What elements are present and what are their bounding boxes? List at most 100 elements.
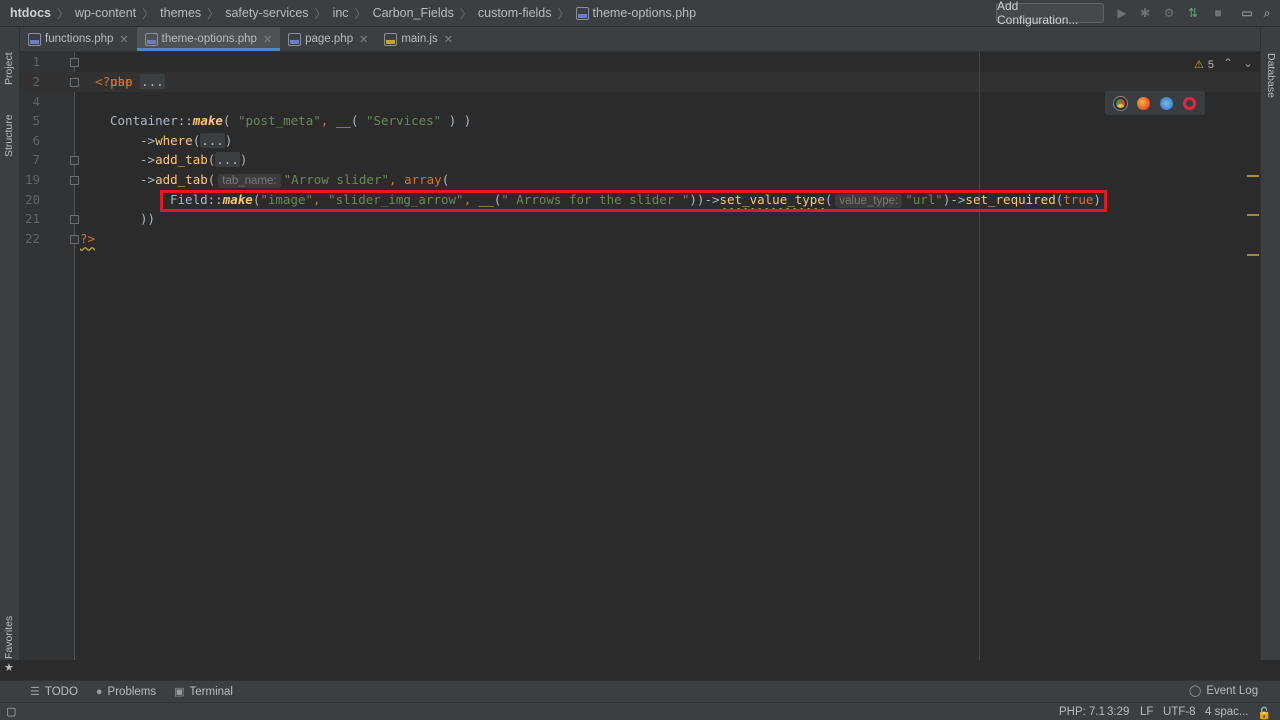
terminal-tool-button[interactable]: ▣ Terminal — [174, 685, 233, 699]
breadcrumb-theme-options[interactable]: theme-options.php — [593, 6, 697, 20]
breadcrumb-inc[interactable]: inc — [333, 6, 349, 20]
event-log-button[interactable]: ◯ Event Log — [1189, 684, 1258, 698]
fold-marker[interactable] — [70, 235, 79, 244]
close-icon[interactable]: ✕ — [359, 33, 368, 46]
punct: :: — [177, 113, 193, 128]
breadcrumb-safety-services[interactable]: safety-services — [225, 6, 308, 20]
close-icon[interactable]: ✕ — [444, 33, 453, 46]
coverage-icon[interactable]: ⚙ — [1162, 6, 1176, 20]
run-icon[interactable]: ▶ — [1115, 6, 1129, 20]
breadcrumb-separator: 〉 — [314, 6, 327, 21]
fold-marker[interactable] — [70, 78, 79, 87]
highlight-box — [160, 190, 1107, 212]
todo-tool-button[interactable]: ☰ TODO — [30, 685, 78, 699]
class-name: Container — [110, 113, 178, 128]
folded-code[interactable]: ... — [140, 74, 165, 89]
close-icon[interactable]: ✕ — [119, 33, 128, 46]
error-stripe-mark[interactable] — [1247, 214, 1259, 216]
search-icon[interactable]: ⌕ — [1260, 6, 1274, 20]
tool-label: TODO — [44, 685, 78, 698]
lock-icon[interactable]: 🔓 — [1257, 706, 1271, 720]
left-tool-strip: Project Structure Favorites ★ — [0, 27, 20, 674]
php-file-icon — [575, 6, 589, 20]
line-number: 22 — [24, 231, 40, 246]
indent-setting[interactable]: 4 spac... — [1205, 706, 1248, 718]
php-file-icon — [288, 32, 302, 46]
js-file-icon — [384, 32, 398, 46]
line-separator[interactable]: LF — [1140, 706, 1153, 718]
debug-icon[interactable]: ✱ — [1138, 6, 1152, 20]
breadcrumb-separator: 〉 — [56, 6, 69, 21]
navigation-bar: htdocs 〉 wp-content 〉 themes 〉 safety-servi… — [0, 0, 1280, 27]
punct: ) ) — [441, 113, 472, 128]
star-icon: ★ — [4, 662, 14, 674]
line-number: 4 — [32, 94, 40, 109]
php-close-tag: ?> — [80, 231, 96, 246]
tab-page-php[interactable]: page.php ✕ — [280, 27, 376, 51]
breadcrumb-separator: 〉 — [207, 6, 220, 21]
code-line-22: ?> — [80, 229, 95, 249]
close-icon[interactable]: ✕ — [263, 33, 272, 46]
right-margin-guide — [979, 52, 980, 660]
structure-tool-button[interactable]: Structure — [3, 114, 15, 157]
string-literal: "post_meta" — [237, 113, 321, 128]
tab-functions-php[interactable]: functions.php ✕ — [20, 27, 137, 51]
tool-label: Problems — [107, 685, 157, 698]
stop-icon[interactable]: ■ — [1211, 6, 1225, 20]
project-tool-button[interactable]: Project — [3, 52, 15, 85]
list-icon: ☰ — [30, 686, 40, 698]
fold-marker[interactable] — [70, 58, 79, 67]
fold-marker[interactable] — [70, 176, 79, 185]
tab-label: page.php — [305, 33, 354, 45]
breadcrumb-separator: 〉 — [459, 6, 472, 21]
punct: ( — [350, 113, 366, 128]
status-bar: ▢ PHP: 7.1 3:29 LF UTF-8 4 spac... 🔓 — [0, 702, 1280, 720]
breadcrumb-separator: 〉 — [354, 6, 367, 21]
fold-marker[interactable] — [70, 156, 79, 165]
folded-code[interactable]: ... — [215, 152, 240, 167]
punct: , — [389, 172, 405, 187]
breadcrumb-wp-content[interactable]: wp-content — [75, 6, 136, 20]
array-keyword: array — [404, 172, 442, 187]
code-line-1: <?php — [80, 52, 133, 89]
window-icon[interactable]: ▭ — [1240, 6, 1254, 20]
line-number: 6 — [32, 133, 40, 148]
firefox-icon[interactable] — [1137, 96, 1150, 110]
php-file-icon — [144, 32, 158, 46]
code-line-2: use ... — [110, 72, 165, 92]
layout-icon[interactable]: ▢ — [6, 705, 16, 718]
previous-highlight-icon[interactable]: ⌃ — [1223, 56, 1233, 70]
safari-icon[interactable] — [1160, 96, 1173, 110]
error-stripe-mark[interactable] — [1247, 175, 1259, 177]
favorites-tool-button[interactable]: Favorites — [3, 616, 15, 659]
tab-main-js[interactable]: main.js ✕ — [376, 27, 461, 51]
method-name: add_tab — [155, 172, 208, 187]
opera-icon[interactable] — [1183, 96, 1196, 110]
breadcrumb-htdocs[interactable]: htdocs — [10, 6, 51, 20]
next-highlight-icon[interactable]: ⌄ — [1243, 56, 1253, 70]
string-literal: "Services" — [365, 113, 442, 128]
breadcrumb-themes[interactable]: themes — [160, 6, 201, 20]
punct: ) — [239, 152, 248, 167]
chrome-icon[interactable] — [1113, 95, 1128, 111]
file-encoding[interactable]: UTF-8 — [1163, 706, 1196, 718]
breadcrumb-custom-fields[interactable]: custom-fields — [478, 6, 552, 20]
tab-theme-options-php[interactable]: theme-options.php ✕ — [136, 27, 281, 51]
inspection-widget[interactable]: ⚠ 5 — [1194, 58, 1214, 72]
terminal-icon: ▣ — [174, 686, 185, 698]
php-level[interactable]: PHP: 7.1 — [1059, 706, 1105, 718]
breadcrumb-carbon-fields[interactable]: Carbon_Fields — [373, 6, 454, 20]
line-number: 19 — [24, 172, 40, 187]
add-configuration-button[interactable]: Add Configuration... — [996, 0, 1104, 27]
caret-position[interactable]: 3:29 — [1107, 706, 1129, 718]
fold-marker[interactable] — [70, 215, 79, 224]
folded-code[interactable]: ... — [200, 133, 225, 148]
problems-tool-button[interactable]: ● Problems — [96, 686, 156, 698]
profiler-icon[interactable]: ⇅ — [1186, 6, 1200, 20]
error-stripe-mark[interactable] — [1247, 254, 1259, 256]
line-number: 7 — [32, 152, 40, 167]
database-tool-button[interactable]: Database — [1265, 53, 1277, 98]
code-editor[interactable] — [75, 52, 1260, 660]
punct: ( — [207, 172, 216, 187]
function-name: __ — [335, 113, 351, 128]
